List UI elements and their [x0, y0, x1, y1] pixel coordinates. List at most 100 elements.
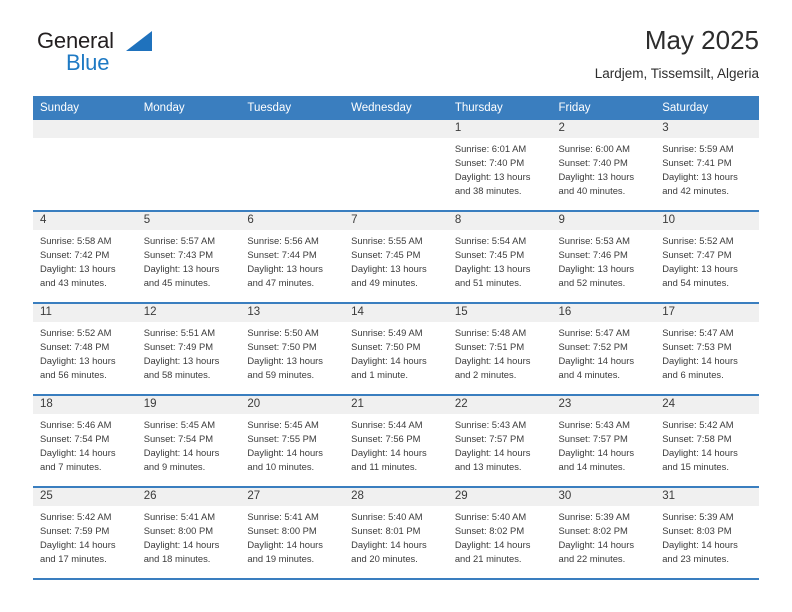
- sunrise-text: Sunrise: 5:47 AM: [558, 327, 630, 338]
- day-number: [136, 120, 241, 138]
- day-number: 12: [136, 304, 241, 322]
- calendar-day-cell[interactable]: 17 Sunrise: 5:47 AM Sunset: 7:53 PM Dayligh…: [655, 303, 759, 396]
- day-sun-info: [240, 138, 344, 142]
- daylight-text: and 54 minutes.: [662, 277, 729, 289]
- calendar-day-cell[interactable]: 16 Sunrise: 5:47 AM Sunset: 7:52 PM Dayligh…: [551, 303, 656, 396]
- daylight-text: and 22 minutes.: [558, 553, 626, 565]
- day-number: 8: [447, 212, 552, 230]
- calendar-day-cell[interactable]: 6 Sunrise: 5:56 AM Sunset: 7:44 PM Daylight…: [240, 211, 345, 304]
- sunset-text: Sunset: 7:45 PM: [351, 249, 421, 261]
- day-sun-info: Sunrise: 5:55 AM Sunset: 7:45 PM Daylight:…: [344, 230, 448, 290]
- calendar-day-cell[interactable]: 15 Sunrise: 5:48 AM Sunset: 7:51 PM Dayligh…: [447, 303, 552, 396]
- day-number: 28: [344, 488, 448, 506]
- sunrise-text: Sunrise: 5:41 AM: [247, 511, 319, 522]
- sunset-text: Sunset: 7:55 PM: [247, 433, 317, 445]
- calendar-day-cell[interactable]: 9 Sunrise: 5:53 AM Sunset: 7:46 PM Daylight…: [551, 211, 656, 304]
- weekday-header-row: Sunday Monday Tuesday Wednesday Thursday…: [33, 96, 759, 120]
- daylight-text: and 56 minutes.: [40, 369, 107, 381]
- calendar-day-cell[interactable]: 1 Sunrise: 6:01 AM Sunset: 7:40 PM Daylight…: [447, 120, 552, 212]
- sunrise-text: Sunrise: 5:46 AM: [40, 419, 112, 430]
- sunset-text: Sunset: 7:42 PM: [40, 249, 110, 261]
- calendar-day-cell[interactable]: 2 Sunrise: 6:00 AM Sunset: 7:40 PM Daylight…: [551, 120, 656, 212]
- calendar-day-cell[interactable]: 25 Sunrise: 5:42 AM Sunset: 7:59 PM Dayligh…: [33, 487, 137, 580]
- calendar-day-cell[interactable]: 19 Sunrise: 5:45 AM Sunset: 7:54 PM Dayligh…: [136, 395, 241, 488]
- day-number: 18: [33, 396, 137, 414]
- calendar-day-cell[interactable]: 14 Sunrise: 5:49 AM Sunset: 7:50 PM Dayligh…: [344, 303, 448, 396]
- day-number: 24: [655, 396, 759, 414]
- calendar-body: 1 Sunrise: 6:01 AM Sunset: 7:40 PM Daylight…: [33, 120, 759, 580]
- sunset-text: Sunset: 7:49 PM: [143, 341, 214, 353]
- daylight-text: and 21 minutes.: [454, 553, 522, 565]
- day-sun-info: Sunrise: 5:42 AM Sunset: 7:59 PM Daylight:…: [33, 506, 137, 566]
- calendar-day-cell[interactable]: 10 Sunrise: 5:52 AM Sunset: 7:47 PM Dayligh…: [655, 211, 759, 304]
- calendar-day-cell[interactable]: 12 Sunrise: 5:51 AM Sunset: 7:49 PM Dayligh…: [136, 303, 241, 396]
- day-sun-info: [33, 138, 137, 142]
- calendar-day-cell[interactable]: 31 Sunrise: 5:39 AM Sunset: 8:03 PM Dayligh…: [655, 487, 759, 580]
- sunset-text: Sunset: 8:02 PM: [558, 525, 628, 537]
- calendar-day-cell[interactable]: 29 Sunrise: 5:40 AM Sunset: 8:02 PM Dayligh…: [447, 487, 552, 580]
- daylight-text: Daylight: 14 hours: [351, 539, 427, 551]
- daylight-text: and 14 minutes.: [558, 461, 626, 473]
- calendar-day-cell[interactable]: 20 Sunrise: 5:45 AM Sunset: 7:55 PM Dayligh…: [240, 395, 345, 488]
- calendar-day-cell[interactable]: 26 Sunrise: 5:41 AM Sunset: 8:00 PM Dayligh…: [136, 487, 241, 580]
- day-number: 2: [551, 120, 656, 138]
- calendar-day-cell[interactable]: 13 Sunrise: 5:50 AM Sunset: 7:50 PM Dayligh…: [240, 303, 345, 396]
- calendar-day-cell[interactable]: 11 Sunrise: 5:52 AM Sunset: 7:48 PM Dayligh…: [33, 303, 137, 396]
- sunrise-text: Sunrise: 5:52 AM: [662, 235, 734, 246]
- daylight-text: Daylight: 14 hours: [351, 355, 427, 367]
- daylight-text: and 18 minutes.: [143, 553, 211, 565]
- day-sun-info: [344, 138, 448, 142]
- calendar-week-row: 1 Sunrise: 6:01 AM Sunset: 7:40 PM Daylight…: [33, 120, 759, 212]
- calendar-day-cell[interactable]: 18 Sunrise: 5:46 AM Sunset: 7:54 PM Dayligh…: [33, 395, 137, 488]
- daylight-text: and 52 minutes.: [558, 277, 626, 289]
- day-sun-info: Sunrise: 5:53 AM Sunset: 7:46 PM Daylight:…: [552, 230, 656, 290]
- day-number: 23: [551, 396, 656, 414]
- calendar-day-cell[interactable]: 27 Sunrise: 5:41 AM Sunset: 8:00 PM Dayligh…: [240, 487, 345, 580]
- sunrise-text: Sunrise: 5:39 AM: [662, 511, 734, 522]
- calendar-day-cell[interactable]: 8 Sunrise: 5:54 AM Sunset: 7:45 PM Daylight…: [447, 211, 552, 304]
- sunrise-text: Sunrise: 5:56 AM: [247, 235, 319, 246]
- sunrise-text: Sunrise: 6:00 AM: [558, 143, 630, 154]
- daylight-text: and 6 minutes.: [662, 369, 724, 381]
- day-sun-info: Sunrise: 5:43 AM Sunset: 7:57 PM Daylight:…: [448, 414, 552, 474]
- daylight-text: Daylight: 13 hours: [454, 171, 531, 183]
- daylight-text: Daylight: 13 hours: [454, 263, 531, 275]
- sunset-text: Sunset: 8:02 PM: [454, 525, 525, 537]
- sunrise-text: Sunrise: 5:59 AM: [662, 143, 734, 154]
- day-number: 31: [655, 488, 759, 506]
- daylight-text: Daylight: 14 hours: [351, 447, 427, 459]
- calendar-day-cell[interactable]: 3 Sunrise: 5:59 AM Sunset: 7:41 PM Daylight…: [655, 120, 759, 212]
- calendar-day-cell[interactable]: 24 Sunrise: 5:42 AM Sunset: 7:58 PM Dayligh…: [655, 395, 759, 488]
- sunset-text: Sunset: 7:50 PM: [351, 341, 421, 353]
- sunrise-text: Sunrise: 5:47 AM: [662, 327, 734, 338]
- sunset-text: Sunset: 8:01 PM: [351, 525, 421, 537]
- day-number: 20: [240, 396, 345, 414]
- weekday-header-monday: Monday: [136, 96, 241, 120]
- daylight-text: Daylight: 14 hours: [247, 447, 323, 459]
- calendar-day-cell[interactable]: 28 Sunrise: 5:40 AM Sunset: 8:01 PM Dayligh…: [344, 487, 448, 580]
- sunset-text: Sunset: 7:46 PM: [558, 249, 628, 261]
- daylight-text: and 38 minutes.: [454, 185, 522, 197]
- sunset-text: Sunset: 7:53 PM: [662, 341, 732, 353]
- daylight-text: and 59 minutes.: [247, 369, 315, 381]
- calendar-day-cell[interactable]: 30 Sunrise: 5:39 AM Sunset: 8:02 PM Dayligh…: [551, 487, 656, 580]
- daylight-text: Daylight: 14 hours: [662, 447, 738, 459]
- day-number: 9: [551, 212, 656, 230]
- day-sun-info: Sunrise: 5:48 AM Sunset: 7:51 PM Daylight:…: [448, 322, 552, 382]
- calendar-day-cell[interactable]: 5 Sunrise: 5:57 AM Sunset: 7:43 PM Daylight…: [136, 211, 241, 304]
- calendar-day-cell[interactable]: 7 Sunrise: 5:55 AM Sunset: 7:45 PM Daylight…: [344, 211, 448, 304]
- weekday-header-thursday: Thursday: [447, 96, 552, 120]
- location-subtitle: Lardjem, Tissemsilt, Algeria: [594, 65, 759, 81]
- calendar-day-cell[interactable]: 22 Sunrise: 5:43 AM Sunset: 7:57 PM Dayligh…: [447, 395, 552, 488]
- sunrise-text: Sunrise: 5:43 AM: [558, 419, 630, 430]
- day-number: 30: [551, 488, 656, 506]
- calendar-day-cell[interactable]: 21 Sunrise: 5:44 AM Sunset: 7:56 PM Dayligh…: [344, 395, 448, 488]
- calendar-day-cell[interactable]: 4 Sunrise: 5:58 AM Sunset: 7:42 PM Daylight…: [33, 211, 137, 304]
- day-sun-info: Sunrise: 6:01 AM Sunset: 7:40 PM Daylight:…: [448, 138, 552, 198]
- calendar-day-cell[interactable]: 23 Sunrise: 5:43 AM Sunset: 7:57 PM Dayligh…: [551, 395, 656, 488]
- day-number: 21: [344, 396, 448, 414]
- daylight-text: and 9 minutes.: [143, 461, 206, 473]
- sunset-text: Sunset: 8:00 PM: [143, 525, 214, 537]
- sunset-text: Sunset: 7:52 PM: [558, 341, 628, 353]
- sunrise-text: Sunrise: 5:54 AM: [454, 235, 527, 246]
